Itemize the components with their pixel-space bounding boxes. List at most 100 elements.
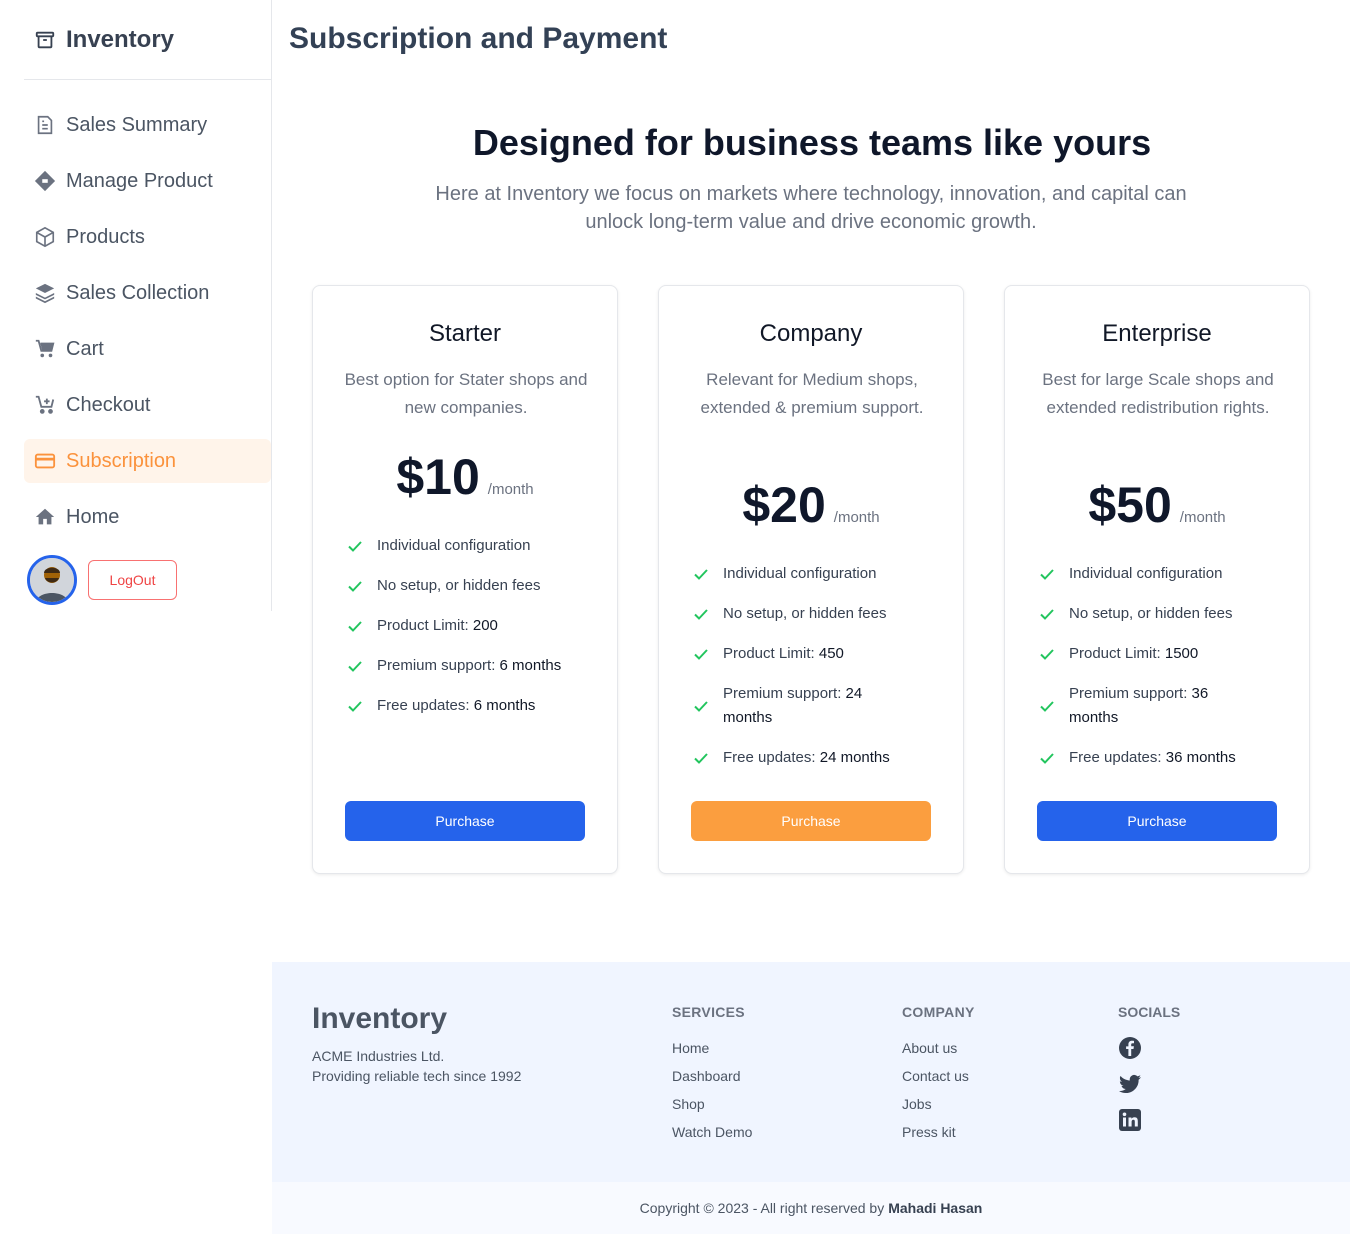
footer-tagline-text: Providing reliable tech since 1992	[312, 1068, 522, 1084]
feature-item: Product Limit: 450	[693, 642, 943, 666]
feature-text: No setup, or hidden fees	[377, 577, 541, 594]
document-icon	[37, 115, 53, 135]
sidebar-item-cart[interactable]: Cart	[24, 327, 271, 371]
sidebar-item-label: Sales Summary	[66, 113, 208, 136]
check-icon	[1040, 701, 1054, 712]
check-icon	[694, 753, 708, 764]
footer-link-watch-demo[interactable]: Watch Demo	[672, 1124, 752, 1140]
plan-price-row: $20 /month	[659, 476, 963, 534]
feature-item: Premium support: 24 months	[693, 682, 943, 730]
sidebar-item-label: Products	[66, 225, 145, 248]
check-icon	[1040, 609, 1054, 620]
sidebar-item-label: Home	[66, 505, 120, 528]
footer-tagline: ACME Industries Ltd. Providing reliable …	[312, 1046, 521, 1086]
footer-socials-title: SOCIALS	[1118, 1004, 1181, 1020]
feature-item: Free updates: 36 months	[1039, 746, 1289, 770]
footer: Inventory ACME Industries Ltd. Providing…	[272, 962, 1350, 1182]
plan-name: Starter	[428, 320, 502, 347]
check-icon	[1040, 753, 1054, 764]
plan-card-company: Company Relevant for Medium shops, exten…	[658, 285, 964, 874]
sidebar-item-products[interactable]: Products	[24, 215, 271, 259]
diamond-icon	[34, 170, 56, 192]
check-icon	[694, 701, 708, 712]
plan-price-row: $10 /month	[313, 448, 617, 506]
feature-value: 36 months	[1165, 749, 1236, 766]
linkedin-icon[interactable]	[1118, 1108, 1142, 1132]
footer-socials: SOCIALS	[1118, 1004, 1180, 1144]
check-icon	[348, 541, 362, 552]
feature-text: Individual configuration	[377, 537, 531, 554]
sidebar-item-manage-product[interactable]: Manage Product	[24, 159, 271, 203]
logout-button[interactable]: LogOut	[88, 560, 177, 600]
brand-title: Inventory	[66, 25, 175, 53]
sidebar-item-checkout[interactable]: Checkout	[24, 383, 271, 427]
cart-icon	[35, 339, 55, 358]
footer-link-shop[interactable]: Shop	[672, 1096, 752, 1112]
feature-item: Individual configuration	[347, 534, 597, 558]
copyright-bar: Copyright © 2023 - All right reserved by…	[272, 1182, 1350, 1234]
feature-text: Individual configuration	[723, 565, 877, 582]
sidebar-item-label: Manage Product	[66, 169, 213, 192]
hero-subtitle: Here at Inventory we focus on markets wh…	[435, 183, 1187, 233]
feature-item: Free updates: 6 months	[347, 694, 597, 718]
footer-services: SERVICES Home Dashboard Shop Watch Demo	[672, 1004, 752, 1152]
feature-text: Free updates:	[723, 749, 820, 766]
plan-price: $20	[742, 477, 826, 533]
box-icon	[35, 226, 55, 248]
plan-period: /month	[487, 481, 534, 498]
plan-card-enterprise: Enterprise Best for large Scale shops an…	[1004, 285, 1310, 874]
plan-description: Best for large Scale shops and extended …	[1042, 370, 1274, 417]
sidebar: Inventory Sales Summary Manage Product P…	[0, 0, 272, 611]
plan-features: Individual configuration No setup, or hi…	[347, 534, 597, 734]
footer-brand: Inventory	[312, 1002, 448, 1035]
purchase-button-starter[interactable]: Purchase	[345, 801, 585, 841]
plan-card-starter: Starter Best option for Stater shops and…	[312, 285, 618, 874]
home-icon	[35, 508, 55, 525]
check-icon	[1040, 649, 1054, 660]
credit-card-icon	[34, 453, 56, 469]
purchase-button-enterprise[interactable]: Purchase	[1037, 801, 1277, 841]
cart-plus-icon	[35, 395, 55, 414]
feature-value: 6 months	[473, 697, 536, 714]
copyright-text: Copyright © 2023 - All right reserved by	[639, 1200, 885, 1216]
twitter-icon[interactable]	[1118, 1072, 1142, 1096]
page-title: Subscription and Payment	[289, 22, 668, 55]
footer-link-press-kit[interactable]: Press kit	[902, 1124, 975, 1140]
purchase-button-company[interactable]: Purchase	[691, 801, 931, 841]
archive-icon	[35, 31, 55, 48]
sidebar-item-home[interactable]: Home	[24, 495, 271, 539]
plan-description: Best option for Stater shops and new com…	[344, 370, 588, 417]
sidebar-item-subscription[interactable]: Subscription	[24, 439, 271, 483]
check-icon	[694, 569, 708, 580]
feature-item: Individual configuration	[693, 562, 943, 586]
feature-text: Free updates:	[377, 697, 474, 714]
footer-link-home[interactable]: Home	[672, 1040, 752, 1056]
sidebar-brand[interactable]: Inventory	[24, 0, 272, 80]
plan-name: Enterprise	[1102, 320, 1212, 347]
hero-title: Designed for business teams like yours	[472, 122, 1152, 163]
footer-link-about[interactable]: About us	[902, 1040, 975, 1056]
feature-item: Product Limit: 1500	[1039, 642, 1289, 666]
layers-icon	[35, 283, 55, 304]
feature-text: Premium support:	[1069, 685, 1192, 702]
footer-link-contact[interactable]: Contact us	[902, 1068, 975, 1084]
sidebar-item-sales-collection[interactable]: Sales Collection	[24, 271, 271, 315]
sidebar-item-label: Subscription	[66, 449, 177, 472]
feature-item: No setup, or hidden fees	[347, 574, 597, 598]
footer-link-dashboard[interactable]: Dashboard	[672, 1068, 752, 1084]
sidebar-item-label: Cart	[66, 337, 104, 360]
check-icon	[348, 661, 362, 672]
feature-text: Product Limit:	[377, 617, 473, 634]
footer-company-title: COMPANY	[902, 1004, 975, 1020]
copyright-author: Mahadi Hasan	[888, 1200, 983, 1216]
facebook-icon[interactable]	[1118, 1036, 1142, 1060]
feature-text: Free updates:	[1069, 749, 1166, 766]
check-icon	[348, 701, 362, 712]
avatar[interactable]	[27, 555, 77, 605]
feature-item: Premium support: 36 months	[1039, 682, 1289, 730]
plan-features: Individual configuration No setup, or hi…	[693, 562, 943, 786]
footer-link-jobs[interactable]: Jobs	[902, 1096, 975, 1112]
sidebar-item-sales-summary[interactable]: Sales Summary	[24, 103, 271, 147]
app-root: Inventory Sales Summary Manage Product P…	[0, 0, 1366, 1234]
user-photo-icon	[30, 558, 74, 602]
